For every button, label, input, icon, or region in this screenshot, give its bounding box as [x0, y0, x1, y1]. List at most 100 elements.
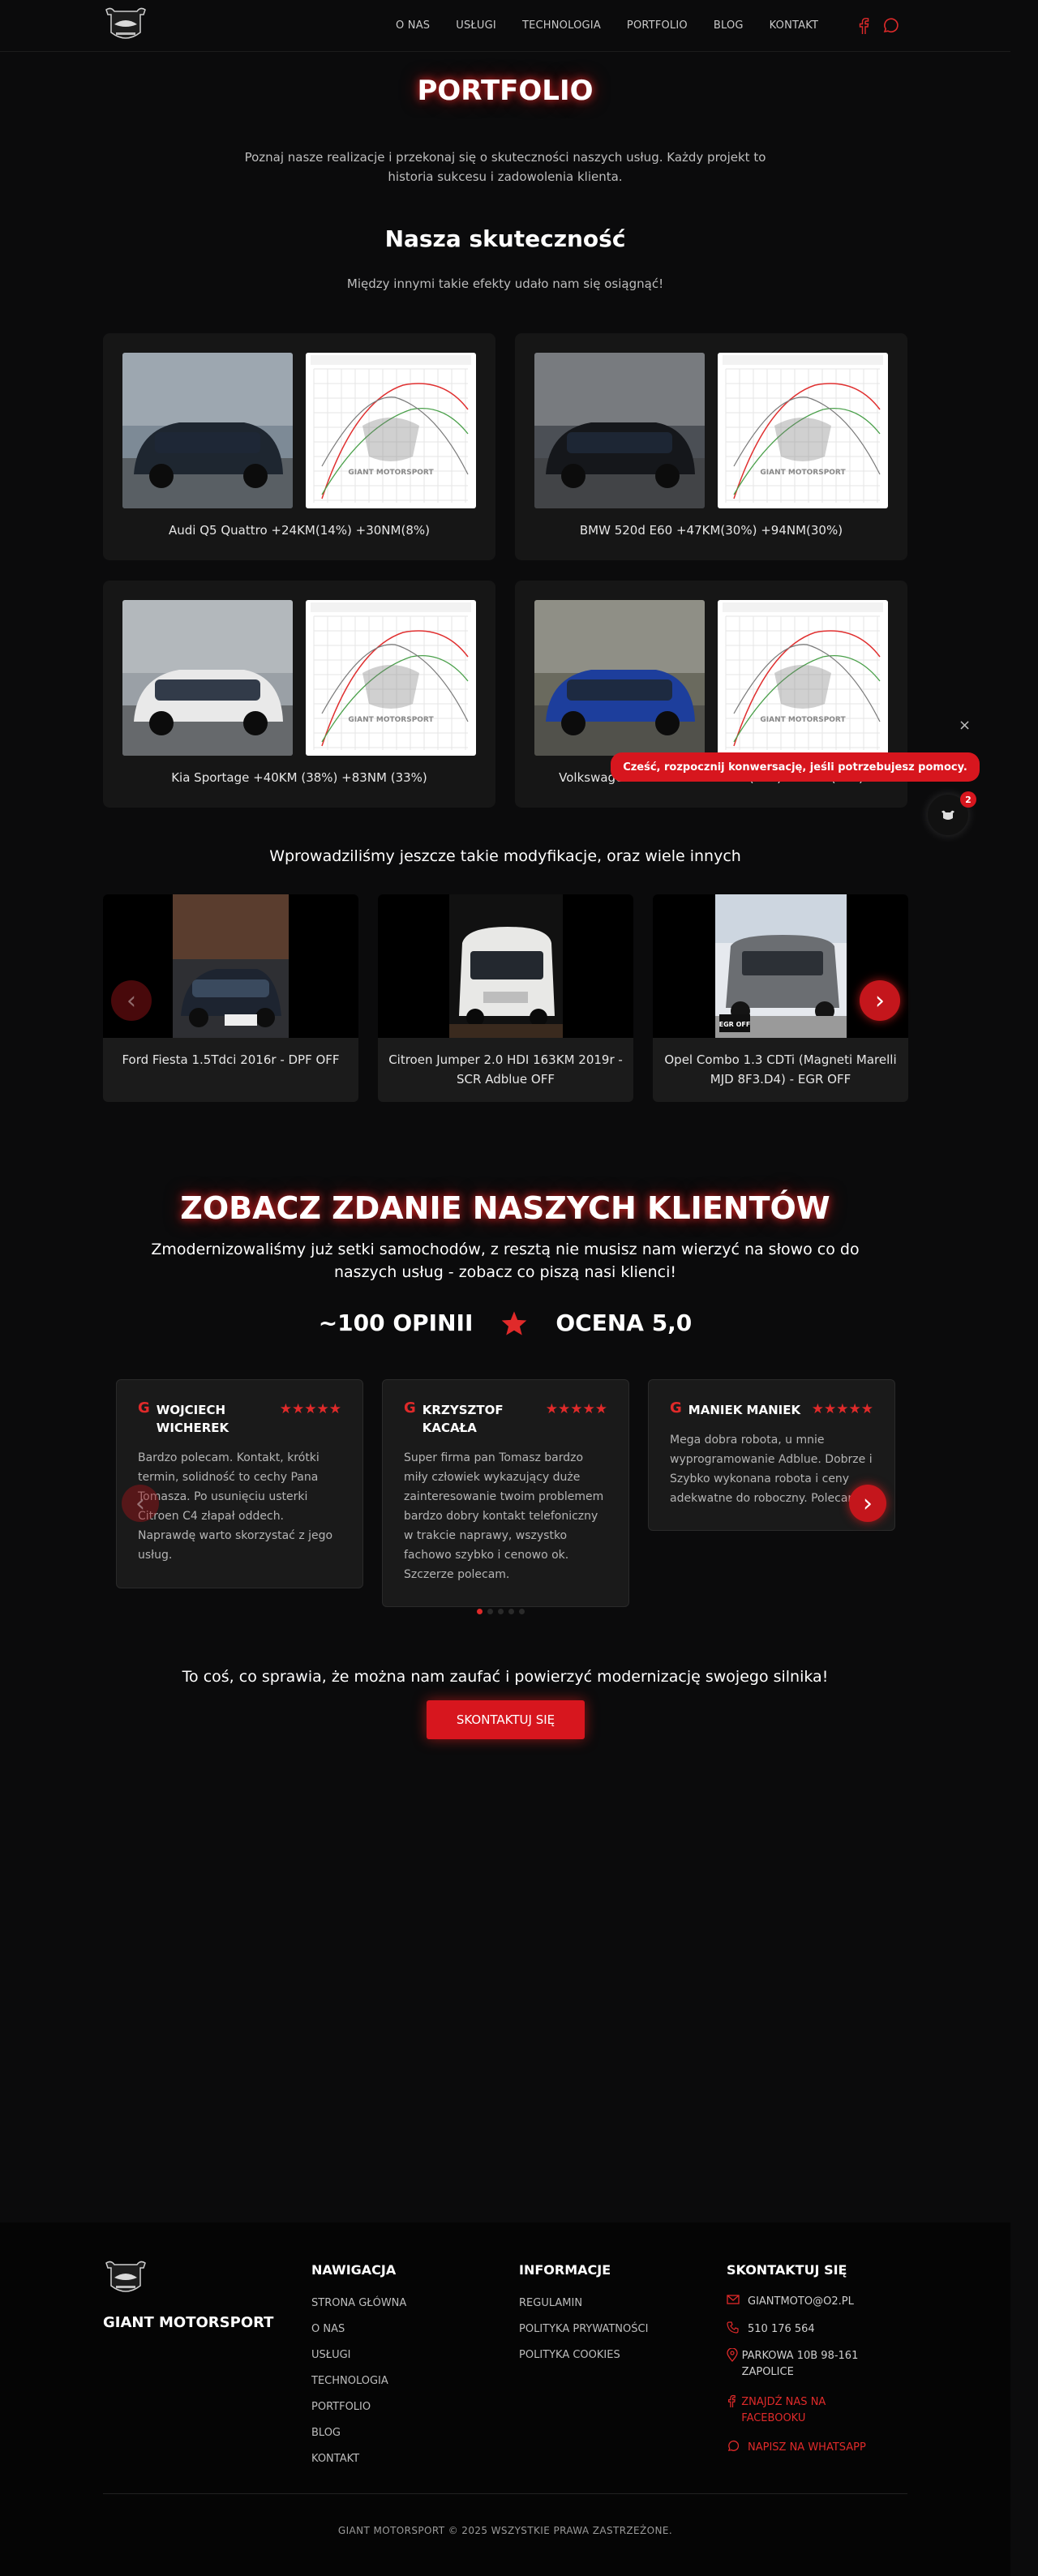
- mail-icon: [727, 2294, 748, 2310]
- result-caption: Audi Q5 Quattro +24KM(14%) +30NM(8%): [169, 523, 430, 538]
- testimonials-subtitle: Zmodernizowaliśmy już setki samochodów, …: [151, 1241, 860, 1281]
- google-icon: G: [670, 1399, 682, 1417]
- facebook-icon: [727, 2394, 741, 2414]
- dyno-chart-image: GIANT MOTORSPORT: [306, 600, 476, 756]
- mods-title: Wprowadziliśmy jeszcze takie modyfikacje…: [269, 847, 741, 865]
- car-photo: [122, 600, 293, 756]
- reviews-prev-button[interactable]: ‹: [122, 1485, 159, 1522]
- footer-link-blog[interactable]: BLOG: [311, 2427, 341, 2439]
- dyno-chart-image: GIANT MOTORSPORT: [718, 353, 888, 508]
- review-stars: ★★★★★: [279, 1401, 341, 1417]
- nav-link-technologia[interactable]: TECHNOLOGIA: [522, 19, 601, 32]
- footer-whatsapp-link[interactable]: NAPISZ NA WHATSAPP: [727, 2440, 866, 2458]
- footer-email[interactable]: GIANTMOTO@O2.PL: [727, 2294, 854, 2310]
- footer-link-uslugi[interactable]: USŁUGI: [311, 2349, 351, 2361]
- review-text: Super firma pan Tomasz bardzo miły człow…: [404, 1451, 604, 1581]
- footer-link-cookies[interactable]: POLITYKA COOKIES: [519, 2349, 620, 2361]
- footer-divider: [103, 2493, 907, 2494]
- nav-link-o-nas[interactable]: O NAS: [396, 19, 430, 32]
- mod-photo-citroen: [378, 894, 633, 1038]
- results-subtitle: Między innymi takie efekty udało nam się…: [346, 276, 664, 291]
- pagination-dot-active[interactable]: [477, 1609, 483, 1614]
- dyno-watermark: GIANT MOTORSPORT: [348, 469, 434, 477]
- contact-button[interactable]: SKONTAKTUJ SIĘ: [427, 1700, 585, 1739]
- footer-link-portfolio[interactable]: PORTFOLIO: [311, 2401, 371, 2413]
- nav-link-kontakt[interactable]: KONTAKT: [770, 19, 818, 32]
- review-text: Bardzo polecam. Kontakt, krótki termin, …: [138, 1451, 333, 1562]
- rating-value: OCENA 5,0: [555, 1309, 693, 1336]
- mod-card-citroen[interactable]: Citroen Jumper 2.0 HDI 163KM 2019r - SCR…: [378, 894, 633, 1102]
- footer-brand: GIANT MOTORSPORT: [103, 2314, 274, 2331]
- egr-off-badge: EGR OFF: [719, 1021, 751, 1028]
- chat-close-button[interactable]: ×: [959, 717, 971, 734]
- review-author: MANIEK MANIEK: [688, 1403, 801, 1417]
- footer-address-text: PARKOWA 10B 98-161 ZAPOLICE: [741, 2350, 859, 2378]
- pagination-dot[interactable]: [508, 1609, 514, 1614]
- facebook-icon[interactable]: [857, 17, 870, 35]
- chat-launcher[interactable]: 2: [928, 791, 976, 835]
- footer-link-regulamin[interactable]: REGULAMIN: [519, 2297, 582, 2309]
- footer-link-technologia[interactable]: TECHNOLOGIA: [311, 2375, 388, 2387]
- reviews-next-button[interactable]: ›: [849, 1485, 886, 1522]
- scrollbar-track[interactable]: [1010, 0, 1038, 2576]
- chevron-right-icon: ›: [875, 986, 885, 1015]
- chat-badge: 2: [960, 791, 976, 808]
- chevron-left-icon: ‹: [135, 1489, 145, 1518]
- opinions-count: ~100 OPINII: [318, 1309, 474, 1336]
- whatsapp-icon[interactable]: [881, 17, 899, 35]
- results-title: Nasza skuteczność: [384, 225, 626, 252]
- phone-icon: [727, 2321, 748, 2339]
- mod-caption-citroen: Citroen Jumper 2.0 HDI 163KM 2019r - SCR…: [388, 1052, 623, 1087]
- nav-link-portfolio[interactable]: PORTFOLIO: [627, 19, 688, 32]
- footer-link-privacy[interactable]: POLITYKA PRYWATNOŚCI: [519, 2323, 648, 2335]
- page-title: PORTFOLIO: [417, 75, 594, 107]
- mod-caption-ford: Ford Fiesta 1.5Tdci 2016r - DPF OFF: [122, 1052, 340, 1067]
- chat-avatar-icon: [941, 810, 954, 820]
- result-caption: Kia Sportage +40KM (38%) +83NM (33%): [171, 770, 427, 785]
- dyno-watermark: GIANT MOTORSPORT: [760, 716, 846, 724]
- pagination-dot[interactable]: [519, 1609, 525, 1614]
- footer-email-text: GIANTMOTO@O2.PL: [748, 2295, 854, 2308]
- google-icon: G: [138, 1399, 150, 1417]
- star-icon: [502, 1310, 527, 1335]
- whatsapp-icon: [727, 2440, 748, 2458]
- car-photo: [534, 353, 705, 508]
- footer-facebook-link[interactable]: ZNAJDŹ NAS NA FACEBOOKU: [727, 2394, 848, 2427]
- footer-logo[interactable]: [103, 2258, 148, 2299]
- footer: GIANT MOTORSPORT NAWIGACJA STRONA GŁÓWNA…: [0, 2222, 1010, 2576]
- chat-bubble[interactable]: Cześć, rozpocznij konwersację, jeśli pot…: [611, 752, 980, 782]
- result-card[interactable]: GIANT MOTORSPORT Audi Q5 Quattro +24KM(14…: [103, 333, 495, 560]
- google-icon: G: [404, 1399, 416, 1417]
- car-photo: [534, 600, 705, 756]
- result-card[interactable]: GIANT MOTORSPORT BMW 520d E60 +47KM(30%) …: [515, 333, 907, 560]
- nav-link-uslugi[interactable]: USŁUGI: [456, 19, 496, 32]
- footer-info-title: INFORMACJE: [519, 2262, 611, 2278]
- footer-link-kontakt[interactable]: KONTAKT: [311, 2453, 359, 2465]
- footer-link-home[interactable]: STRONA GŁÓWNA: [311, 2297, 406, 2309]
- review-author: WOJCIECH WICHEREK: [156, 1403, 229, 1435]
- mods-next-button[interactable]: ›: [860, 980, 900, 1021]
- review-card: G KRZYSZTOF KACAŁA ★★★★★ Super firma pan…: [382, 1379, 629, 1607]
- review-author: KRZYSZTOF KACAŁA: [422, 1403, 504, 1435]
- mod-caption-opel: Opel Combo 1.3 CDTi (Magneti Marelli MJD…: [664, 1052, 897, 1087]
- result-caption: BMW 520d E60 +47KM(30%) +94NM(30%): [579, 523, 843, 538]
- hero-intro: Poznaj nasze realizacje i przekonaj się …: [244, 150, 766, 184]
- result-card[interactable]: GIANT MOTORSPORT Kia Sportage +40KM (38%)…: [103, 581, 495, 808]
- mods-prev-button[interactable]: ‹: [111, 980, 152, 1021]
- footer-link-o-nas[interactable]: O NAS: [311, 2323, 345, 2335]
- footer-nav-title: NAWIGACJA: [311, 2262, 397, 2278]
- close-icon: ×: [959, 717, 972, 734]
- footer-copyright: GIANT MOTORSPORT © 2025 WSZYSTKIE PRAWA …: [337, 2525, 673, 2536]
- pagination-dot[interactable]: [498, 1609, 504, 1614]
- footer-phone-text: 510 176 564: [748, 2323, 815, 2335]
- nav-link-blog[interactable]: BLOG: [714, 19, 744, 32]
- giant-logo[interactable]: [103, 5, 148, 45]
- testimonials-title: ZOBACZ ZDANIE NASZYCH KLIENTÓW: [180, 1190, 830, 1226]
- top-navbar: O NAS USŁUGI TECHNOLOGIA PORTFOLIO BLOG …: [0, 0, 1038, 52]
- footer-facebook-text: ZNAJDŹ NAS NA FACEBOOKU: [741, 2396, 826, 2424]
- chevron-right-icon: ›: [863, 1489, 873, 1518]
- dyno-watermark: GIANT MOTORSPORT: [348, 716, 434, 724]
- review-stars: ★★★★★: [545, 1401, 607, 1417]
- footer-phone[interactable]: 510 176 564: [727, 2321, 815, 2339]
- pagination-dot[interactable]: [487, 1609, 493, 1614]
